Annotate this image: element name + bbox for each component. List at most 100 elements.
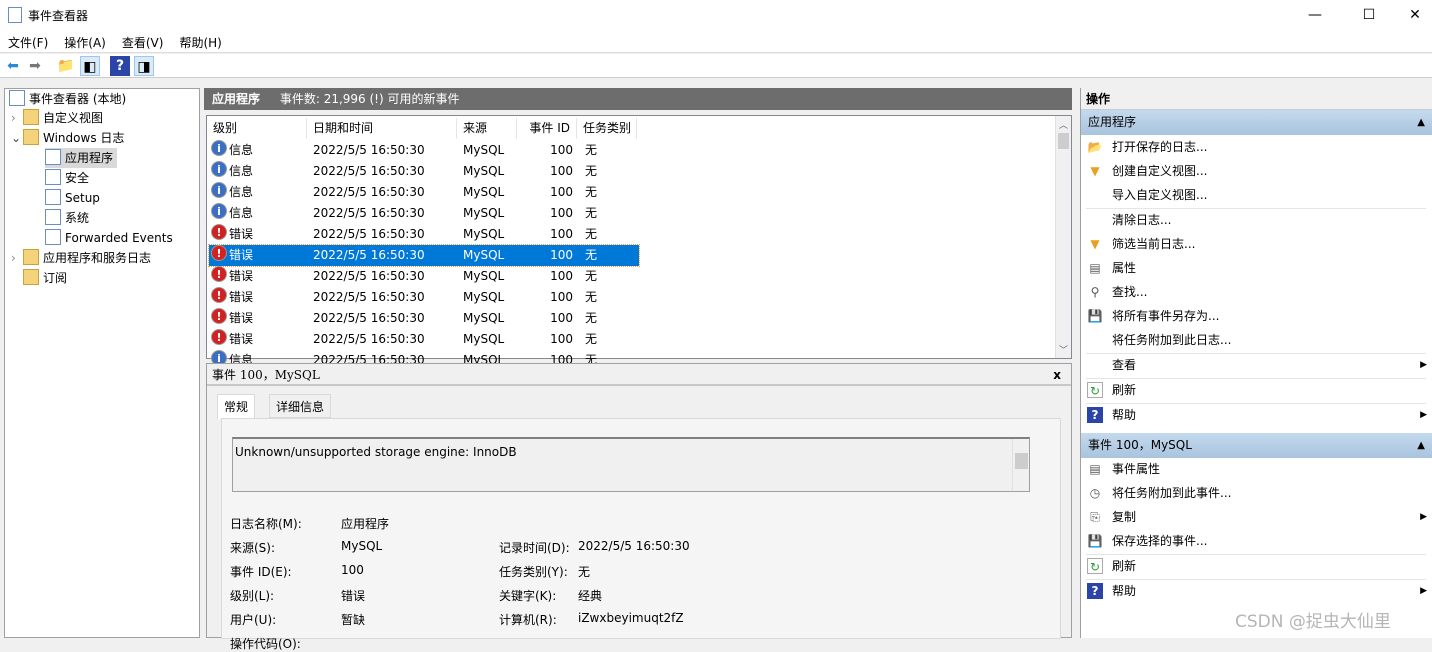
action-item[interactable]: ⚲ 查找...	[1081, 280, 1432, 304]
close-detail-icon[interactable]: x	[1053, 364, 1061, 386]
tree-item-application[interactable]: 应用程序	[45, 148, 118, 168]
tree-item-app-service-logs[interactable]: › 应用程序和服务日志	[11, 248, 151, 268]
cell-task-category: 无	[585, 164, 598, 178]
list-scrollbar[interactable]: ︿ ﹀	[1055, 116, 1071, 358]
action-item[interactable]: ▤ 事件属性	[1081, 457, 1432, 481]
tree-item-custom-views[interactable]: › 自定义视图	[11, 108, 103, 128]
action-icon: ?	[1087, 407, 1103, 423]
column-header-task-category[interactable]: 任务类别	[577, 118, 637, 139]
action-icon: ⎘	[1090, 510, 1100, 524]
tree-item-forwarded-events[interactable]: Forwarded Events	[45, 228, 173, 248]
tree-item-setup[interactable]: Setup	[45, 188, 100, 208]
tree-label: 应用程序和服务日志	[43, 251, 152, 265]
field-value[interactable]: 无	[578, 563, 590, 580]
action-label: 刷新	[1112, 383, 1137, 397]
up-folder-icon[interactable]: 📁	[56, 56, 76, 76]
show-hide-tree-icon[interactable]: ◧	[80, 56, 100, 76]
subscription-folder-icon	[23, 269, 39, 285]
menu-view[interactable]: 查看(V)	[114, 30, 172, 51]
table-row[interactable]: ! 错误 2022/5/5 16:50:30 MySQL 100 无	[209, 329, 639, 350]
error-icon: !	[211, 308, 227, 324]
action-item[interactable]: ? 帮助 ▶	[1081, 579, 1432, 603]
cell-event-id: 100	[550, 227, 573, 241]
action-item[interactable]: 清除日志...	[1081, 208, 1432, 232]
table-row[interactable]: ! 错误 2022/5/5 16:50:30 MySQL 100 无	[209, 287, 639, 308]
menu-action[interactable]: 操作(A)	[56, 30, 114, 51]
action-item[interactable]: ↻ 刷新	[1081, 554, 1432, 578]
message-scrollbar[interactable]	[1012, 439, 1029, 491]
field-value[interactable]: 错误	[341, 587, 365, 604]
menu-file[interactable]: 文件(F)	[0, 30, 56, 51]
forward-icon[interactable]: ➡	[25, 56, 45, 76]
tree-label: Setup	[65, 191, 100, 205]
field-value[interactable]: 暂缺	[341, 611, 365, 628]
error-icon: !	[211, 287, 227, 303]
field-label: 事件 ID(E):	[230, 565, 292, 579]
field-value[interactable]: 经典	[578, 587, 602, 604]
action-item[interactable]: ⎘ 复制 ▶	[1081, 505, 1432, 529]
column-header-source[interactable]: 来源	[457, 118, 517, 139]
column-header-event-id[interactable]: 事件 ID	[517, 118, 577, 139]
maximize-button[interactable]: ☐	[1346, 0, 1392, 30]
show-hide-action-icon[interactable]: ◨	[134, 56, 154, 76]
action-item[interactable]: ↻ 刷新	[1081, 378, 1432, 402]
action-icon: 💾	[1087, 309, 1103, 323]
table-row[interactable]: ! 错误 2022/5/5 16:50:30 MySQL 100 无	[208, 244, 640, 267]
help-icon[interactable]: ?	[110, 56, 130, 76]
section-application[interactable]: 应用程序 ▲	[1081, 110, 1432, 135]
close-button[interactable]: ✕	[1392, 0, 1432, 30]
cell-datetime: 2022/5/5 16:50:30	[313, 311, 425, 325]
action-item[interactable]: 💾 保存选择的事件...	[1081, 529, 1432, 553]
chevron-right-icon[interactable]: ›	[11, 248, 23, 268]
action-item[interactable]: 将任务附加到此日志...	[1081, 328, 1432, 352]
column-header-level[interactable]: 级别	[207, 118, 307, 139]
table-row[interactable]: i 信息 2022/5/5 16:50:30 MySQL 100 无	[209, 182, 639, 203]
minimize-button[interactable]: —	[1292, 0, 1338, 30]
action-item[interactable]: ▼ 筛选当前日志...	[1081, 232, 1432, 256]
section-event[interactable]: 事件 100，MySQL ▲	[1081, 433, 1432, 458]
action-item[interactable]: ? 帮助 ▶	[1081, 403, 1432, 427]
action-item[interactable]: ▤ 属性	[1081, 256, 1432, 280]
action-item[interactable]: ◷ 将任务附加到此事件...	[1081, 481, 1432, 505]
table-row[interactable]: ! 错误 2022/5/5 16:50:30 MySQL 100 无	[209, 224, 639, 245]
cell-task-category: 无	[585, 332, 598, 346]
tree-item-root[interactable]: 事件查看器 (本地)	[9, 89, 126, 109]
column-header-datetime[interactable]: 日期和时间	[307, 118, 457, 139]
field-value[interactable]: MySQL	[341, 539, 382, 553]
field-value[interactable]: iZwxbeyimuqt2fZ	[578, 611, 684, 625]
event-message[interactable]: Unknown/unsupported storage engine: Inno…	[232, 437, 1030, 492]
collapse-icon[interactable]: ▲	[1417, 110, 1425, 135]
table-row[interactable]: ! 错误 2022/5/5 16:50:30 MySQL 100 无	[209, 308, 639, 329]
table-row[interactable]: i 信息 2022/5/5 16:50:30 MySQL 100 无	[209, 161, 639, 182]
cell-task-category: 无	[585, 269, 598, 283]
cell-event-id: 100	[550, 311, 573, 325]
field-value[interactable]: 100	[341, 563, 364, 577]
tab-general[interactable]: 常规	[217, 394, 256, 419]
table-row[interactable]: ! 错误 2022/5/5 16:50:30 MySQL 100 无	[209, 266, 639, 287]
collapse-icon[interactable]: ▲	[1417, 433, 1425, 458]
action-item[interactable]: 查看 ▶	[1081, 353, 1432, 377]
tree-item-system[interactable]: 系统	[45, 208, 89, 228]
action-item[interactable]: 📂 打开保存的日志...	[1081, 135, 1432, 159]
action-item[interactable]: ▼ 创建自定义视图...	[1081, 159, 1432, 183]
tree-item-subscriptions[interactable]: 订阅	[23, 268, 67, 288]
back-icon[interactable]: ⬅	[3, 56, 23, 76]
action-item[interactable]: 💾 将所有事件另存为...	[1081, 304, 1432, 328]
table-row[interactable]: i 信息 2022/5/5 16:50:30 MySQL 100 无	[209, 140, 639, 161]
event-message-text: Unknown/unsupported storage engine: Inno…	[235, 445, 517, 459]
submenu-arrow-icon: ▶	[1420, 410, 1427, 420]
tab-details[interactable]: 详细信息	[269, 394, 332, 418]
field-value[interactable]: 2022/5/5 16:50:30	[578, 539, 690, 553]
error-icon: !	[211, 266, 227, 282]
menu-help[interactable]: 帮助(H)	[171, 30, 229, 51]
chevron-down-icon[interactable]: ⌄	[11, 128, 23, 148]
action-label: 打开保存的日志...	[1112, 140, 1208, 154]
field-value[interactable]: 应用程序	[341, 515, 389, 532]
toolbar: ⬅ ➡ 📁 ◧ ? ◨	[0, 54, 1432, 78]
cell-source: MySQL	[463, 206, 505, 220]
action-item[interactable]: 导入自定义视图...	[1081, 183, 1432, 207]
tree-item-windows-logs[interactable]: ⌄ Windows 日志	[11, 128, 124, 148]
table-row[interactable]: i 信息 2022/5/5 16:50:30 MySQL 100 无	[209, 203, 639, 224]
chevron-right-icon[interactable]: ›	[11, 108, 23, 128]
tree-item-security[interactable]: 安全	[45, 168, 89, 188]
